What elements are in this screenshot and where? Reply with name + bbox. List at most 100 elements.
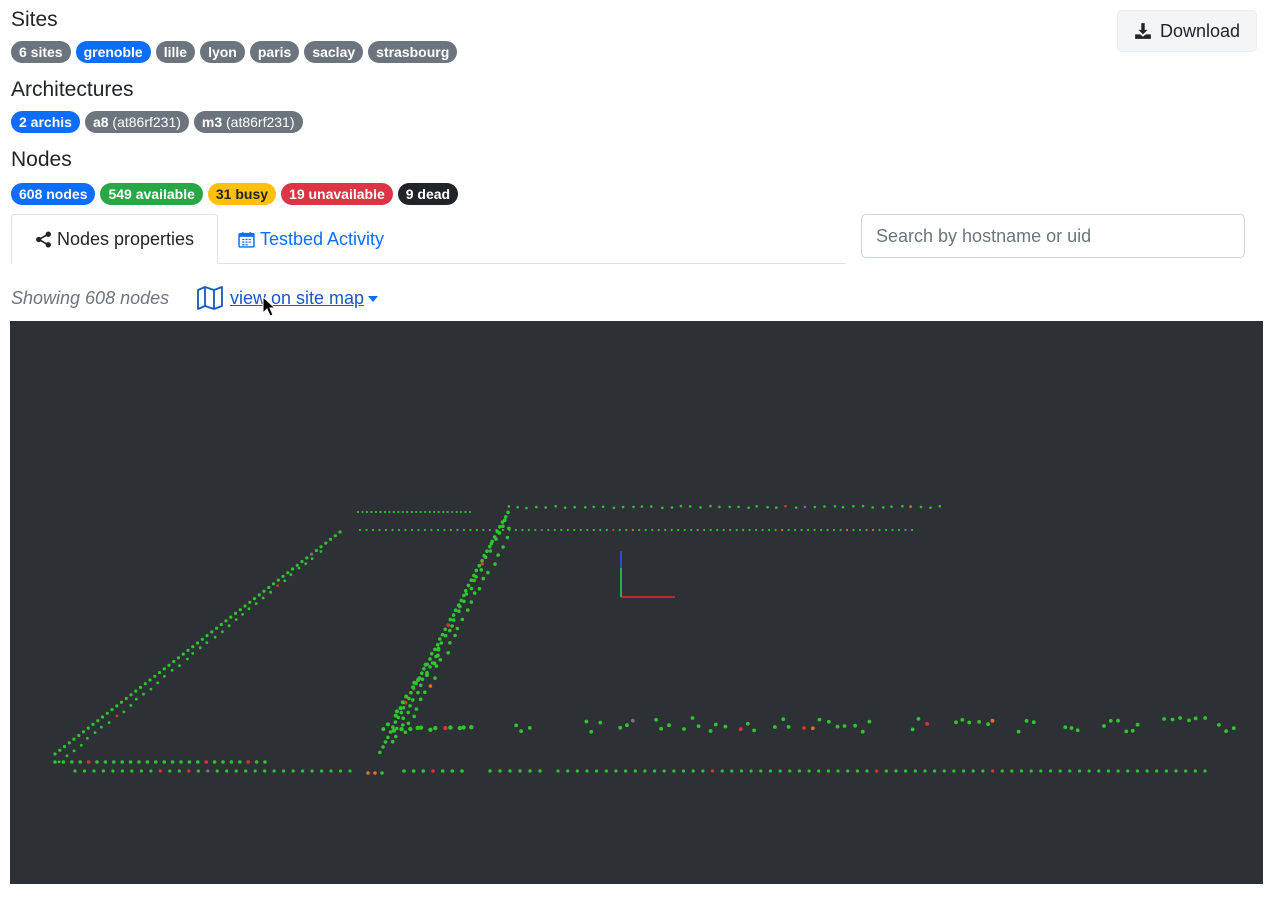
node-point xyxy=(408,704,412,708)
node-point xyxy=(432,661,437,666)
node-point xyxy=(690,716,695,720)
node-point xyxy=(483,555,488,559)
node-point xyxy=(420,671,424,675)
node-point xyxy=(257,593,261,597)
architecture-badge[interactable]: a8 (at86rf231) xyxy=(84,111,189,133)
node-point xyxy=(86,726,90,730)
search-input[interactable] xyxy=(861,214,1245,258)
view-site-map-link[interactable]: view on site map xyxy=(196,285,379,311)
node-point xyxy=(688,505,692,508)
node-point xyxy=(803,505,807,509)
node-point xyxy=(177,769,181,773)
node-point xyxy=(247,607,251,611)
download-label: Download xyxy=(1159,20,1241,41)
node-point xyxy=(455,626,460,631)
node-point xyxy=(186,648,190,652)
map-link-label: view on site map xyxy=(230,287,365,308)
node-point xyxy=(807,769,811,773)
architecture-badge[interactable]: 2 archis xyxy=(11,111,80,133)
node-point xyxy=(585,769,589,773)
node-point xyxy=(775,506,778,509)
node-point xyxy=(186,657,189,661)
node-point xyxy=(398,706,403,711)
node-point xyxy=(460,617,465,622)
node-point xyxy=(115,714,119,718)
node-point xyxy=(320,769,324,773)
node-status-badge[interactable]: 19 unavailable xyxy=(281,183,393,205)
node-point xyxy=(962,769,966,773)
node-point xyxy=(986,722,990,726)
node-point xyxy=(573,528,576,532)
node-point xyxy=(858,528,862,532)
node-point xyxy=(129,693,133,697)
node-point xyxy=(393,720,398,724)
node-point xyxy=(479,568,484,572)
node-point xyxy=(573,505,576,509)
node-point xyxy=(244,769,248,773)
tab-testbed-activity[interactable]: Testbed Activity xyxy=(221,214,402,264)
site-badge[interactable]: lille xyxy=(155,41,196,63)
node-status-badge[interactable]: 549 available xyxy=(100,183,203,205)
node-status-badge[interactable]: 608 nodes xyxy=(11,183,96,205)
node-point xyxy=(716,528,719,532)
node-point xyxy=(440,769,445,773)
node-point xyxy=(204,760,208,764)
node-point xyxy=(198,646,202,650)
node-point xyxy=(475,528,478,532)
node-point xyxy=(811,726,815,731)
node-point xyxy=(401,723,405,727)
site-badge[interactable]: paris xyxy=(249,41,300,63)
site-badge[interactable]: grenoble xyxy=(75,41,151,63)
node-point xyxy=(919,505,923,509)
download-button[interactable]: Download xyxy=(1117,10,1257,52)
node-point xyxy=(493,562,497,566)
node-point xyxy=(378,750,382,755)
nodes-3d-view[interactable] xyxy=(10,321,1263,884)
node-point xyxy=(96,719,100,723)
node-point xyxy=(651,528,654,532)
node-point xyxy=(411,769,416,773)
node-point xyxy=(723,724,728,729)
node-point xyxy=(122,710,126,714)
node-point xyxy=(1048,769,1053,773)
architecture-badge[interactable]: m3 (at86rf231) xyxy=(193,111,303,133)
node-point xyxy=(416,690,420,695)
node-point xyxy=(373,771,377,775)
node-point xyxy=(625,528,628,532)
node-point xyxy=(428,657,432,661)
node-point xyxy=(253,769,257,773)
node-point xyxy=(391,528,394,532)
node-point xyxy=(103,760,108,764)
node-point xyxy=(361,510,364,514)
node-point xyxy=(53,760,57,764)
tab-nodes-properties[interactable]: Nodes properties xyxy=(11,214,218,264)
node-point xyxy=(238,760,242,764)
node-point xyxy=(1087,769,1091,773)
architectures-title: Architectures xyxy=(11,78,134,101)
node-point xyxy=(78,760,82,764)
node-point xyxy=(508,769,512,773)
node-point xyxy=(544,506,547,509)
site-badge[interactable]: saclay xyxy=(304,41,364,63)
node-status-badge[interactable]: 9 dead xyxy=(397,183,459,205)
node-point xyxy=(709,528,712,532)
node-point xyxy=(657,528,660,532)
node-point xyxy=(111,769,115,773)
node-point xyxy=(735,528,738,532)
node-point xyxy=(428,684,433,688)
node-status-badge[interactable]: 31 busy xyxy=(207,183,277,205)
site-badge[interactable]: strasbourg xyxy=(368,41,458,63)
site-badge[interactable]: 6 sites xyxy=(11,41,71,63)
node-point xyxy=(309,552,314,556)
node-point xyxy=(462,528,465,532)
node-point xyxy=(72,737,76,741)
node-point xyxy=(163,675,166,678)
node-point xyxy=(474,575,478,579)
node-point xyxy=(618,528,621,532)
node-point xyxy=(826,769,831,773)
node-point xyxy=(904,528,907,532)
node-point xyxy=(846,528,849,532)
node-point xyxy=(145,760,150,764)
node-point xyxy=(424,510,427,514)
site-badge[interactable]: lyon xyxy=(200,41,245,63)
